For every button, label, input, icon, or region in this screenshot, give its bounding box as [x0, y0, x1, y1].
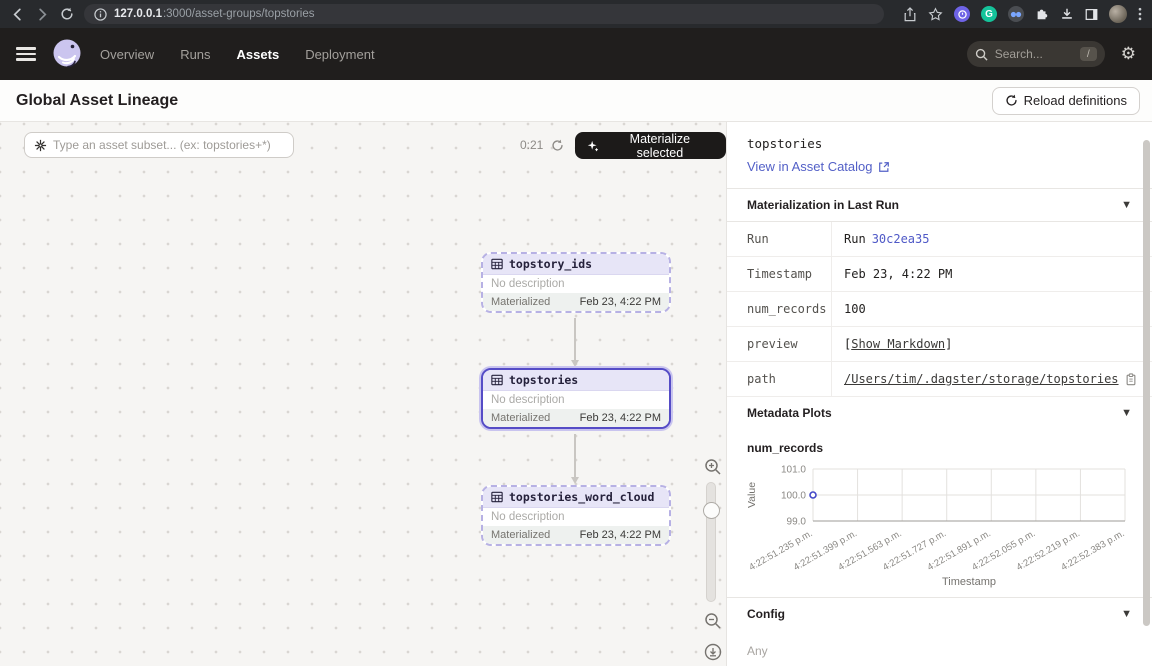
hamburger-menu-icon[interactable]: [16, 47, 36, 61]
browser-forward-icon[interactable]: [35, 7, 50, 22]
asset-node-topstories[interactable]: topstories No description Materialized F…: [481, 368, 671, 429]
settings-gear-icon[interactable]: ⚙: [1121, 44, 1136, 64]
asset-name: topstory_ids: [509, 257, 592, 271]
app-navbar: Overview Runs Assets Deployment Search..…: [0, 28, 1152, 80]
external-link-icon: [878, 161, 890, 173]
asset-node-topstories_word_cloud[interactable]: topstories_word_cloud No description Mat…: [481, 485, 671, 546]
global-search[interactable]: Search... /: [967, 41, 1105, 67]
bookmark-star-icon[interactable]: [928, 7, 943, 22]
svg-text:Timestamp: Timestamp: [942, 576, 996, 588]
asset-description: No description: [483, 275, 669, 293]
zoom-fit-icon[interactable]: [704, 643, 722, 661]
nav-item-assets[interactable]: Assets: [237, 47, 280, 62]
asset-description: No description: [483, 391, 669, 409]
chevron-down-icon: ▼: [1121, 407, 1132, 419]
asset-status: Materialized: [491, 412, 550, 424]
asset-timestamp: Feb 23, 4:22 PM: [580, 296, 661, 308]
copy-clipboard-icon[interactable]: [1125, 373, 1137, 386]
table-icon: [491, 374, 503, 386]
path-link[interactable]: /Users/tim/.dagster/storage/topstories: [844, 372, 1119, 386]
table-row: num_records 100: [727, 292, 1152, 327]
nav-item-deployment[interactable]: Deployment: [305, 47, 374, 62]
extension-grammarly-icon[interactable]: G: [981, 6, 997, 22]
url-path: :3000/asset-groups/topstories: [163, 8, 315, 20]
asset-filter[interactable]: [24, 132, 294, 158]
browser-reload-icon[interactable]: [60, 7, 74, 21]
num-records-chart: 99.0100.0101.04:22:51.235 p.m.4:22:51.39…: [727, 457, 1152, 597]
asset-name: topstories_word_cloud: [509, 490, 654, 504]
extensions-puzzle-icon[interactable]: [1035, 7, 1049, 21]
page-title: Global Asset Lineage: [16, 92, 178, 110]
side-panel-icon[interactable]: [1085, 8, 1098, 21]
edge-topstory_ids-topstories: [574, 318, 576, 360]
sparkle-icon: [587, 140, 599, 152]
asset-subset-input[interactable]: [53, 138, 284, 152]
nav-item-runs[interactable]: Runs: [180, 47, 210, 62]
zoom-slider-handle[interactable]: [703, 502, 720, 519]
svg-text:101.0: 101.0: [781, 465, 806, 476]
address-bar[interactable]: 127.0.0.1:3000/asset-groups/topstories: [84, 4, 884, 24]
edge-topstories-word_cloud: [574, 434, 576, 477]
search-icon: [975, 48, 988, 61]
table-row: preview [Show Markdown]: [727, 327, 1152, 362]
table-row: Timestamp Feb 23, 4:22 PM: [727, 257, 1152, 292]
refresh-timer: 0:21: [520, 138, 564, 152]
browser-back-icon[interactable]: [10, 7, 25, 22]
config-value: Any: [727, 630, 1152, 666]
view-in-asset-catalog-link[interactable]: View in Asset Catalog: [747, 159, 890, 174]
share-icon[interactable]: [903, 7, 917, 22]
plot-title: num_records: [727, 429, 1152, 457]
svg-text:100.0: 100.0: [781, 491, 806, 502]
site-info-icon[interactable]: [94, 8, 107, 21]
run-id-link[interactable]: 30c2ea35: [872, 232, 930, 246]
selected-asset-title: topstories: [747, 136, 1132, 151]
materialize-selected-button[interactable]: Materialize selected: [575, 132, 726, 159]
search-shortcut-badge: /: [1080, 47, 1097, 61]
section-config[interactable]: Config ▼: [727, 597, 1152, 630]
section-metadata-plots[interactable]: Metadata Plots ▼: [727, 397, 1152, 429]
asset-details-panel: topstories View in Asset Catalog Materia…: [726, 122, 1152, 666]
downloads-icon[interactable]: [1060, 7, 1074, 21]
svg-text:99.0: 99.0: [787, 517, 807, 528]
zoom-out-icon[interactable]: [704, 612, 722, 630]
last-run-metadata-table: Run Run 30c2ea35 Timestamp Feb 23, 4:22 …: [727, 221, 1152, 397]
zoom-in-icon[interactable]: [704, 458, 722, 476]
table-icon: [491, 258, 503, 270]
page-header: Global Asset Lineage Reload definitions: [0, 80, 1152, 122]
section-materialization-last-run[interactable]: Materialization in Last Run ▼: [727, 188, 1152, 221]
extension-purple-icon[interactable]: [954, 6, 970, 22]
asset-description: No description: [483, 508, 669, 526]
reload-definitions-button[interactable]: Reload definitions: [992, 87, 1140, 115]
show-markdown-link[interactable]: Show Markdown: [851, 337, 945, 351]
asset-timestamp: Feb 23, 4:22 PM: [580, 412, 661, 424]
asset-node-topstory_ids[interactable]: topstory_ids No description Materialized…: [481, 252, 671, 313]
search-placeholder: Search...: [995, 47, 1073, 61]
profile-avatar[interactable]: [1109, 5, 1127, 23]
browser-chrome: 127.0.0.1:3000/asset-groups/topstories G: [0, 0, 1152, 28]
zoom-slider-track[interactable]: [706, 482, 716, 602]
dagster-logo[interactable]: [50, 37, 84, 71]
table-row: Run Run 30c2ea35: [727, 222, 1152, 257]
table-icon: [491, 491, 503, 503]
browser-menu-kebab-icon[interactable]: [1138, 7, 1142, 21]
op-selector-icon: [34, 139, 47, 152]
url-host: 127.0.0.1: [114, 8, 162, 20]
extension-goggles-icon[interactable]: [1008, 6, 1024, 22]
chevron-down-icon: ▼: [1121, 608, 1132, 620]
asset-status: Materialized: [491, 296, 550, 308]
details-scrollbar[interactable]: [1143, 140, 1150, 626]
timer-value: 0:21: [520, 138, 543, 152]
nav-item-overview[interactable]: Overview: [100, 47, 154, 62]
reload-icon: [1005, 94, 1018, 107]
table-row: path /Users/tim/.dagster/storage/topstor…: [727, 362, 1152, 397]
asset-timestamp: Feb 23, 4:22 PM: [580, 529, 661, 541]
asset-status: Materialized: [491, 529, 550, 541]
asset-name: topstories: [509, 373, 578, 387]
chevron-down-icon: ▼: [1121, 199, 1132, 211]
svg-text:Value: Value: [746, 482, 758, 508]
asset-graph-canvas[interactable]: 0:21 Materialize selected topstory_ids N…: [0, 122, 726, 666]
refresh-icon[interactable]: [551, 139, 564, 152]
